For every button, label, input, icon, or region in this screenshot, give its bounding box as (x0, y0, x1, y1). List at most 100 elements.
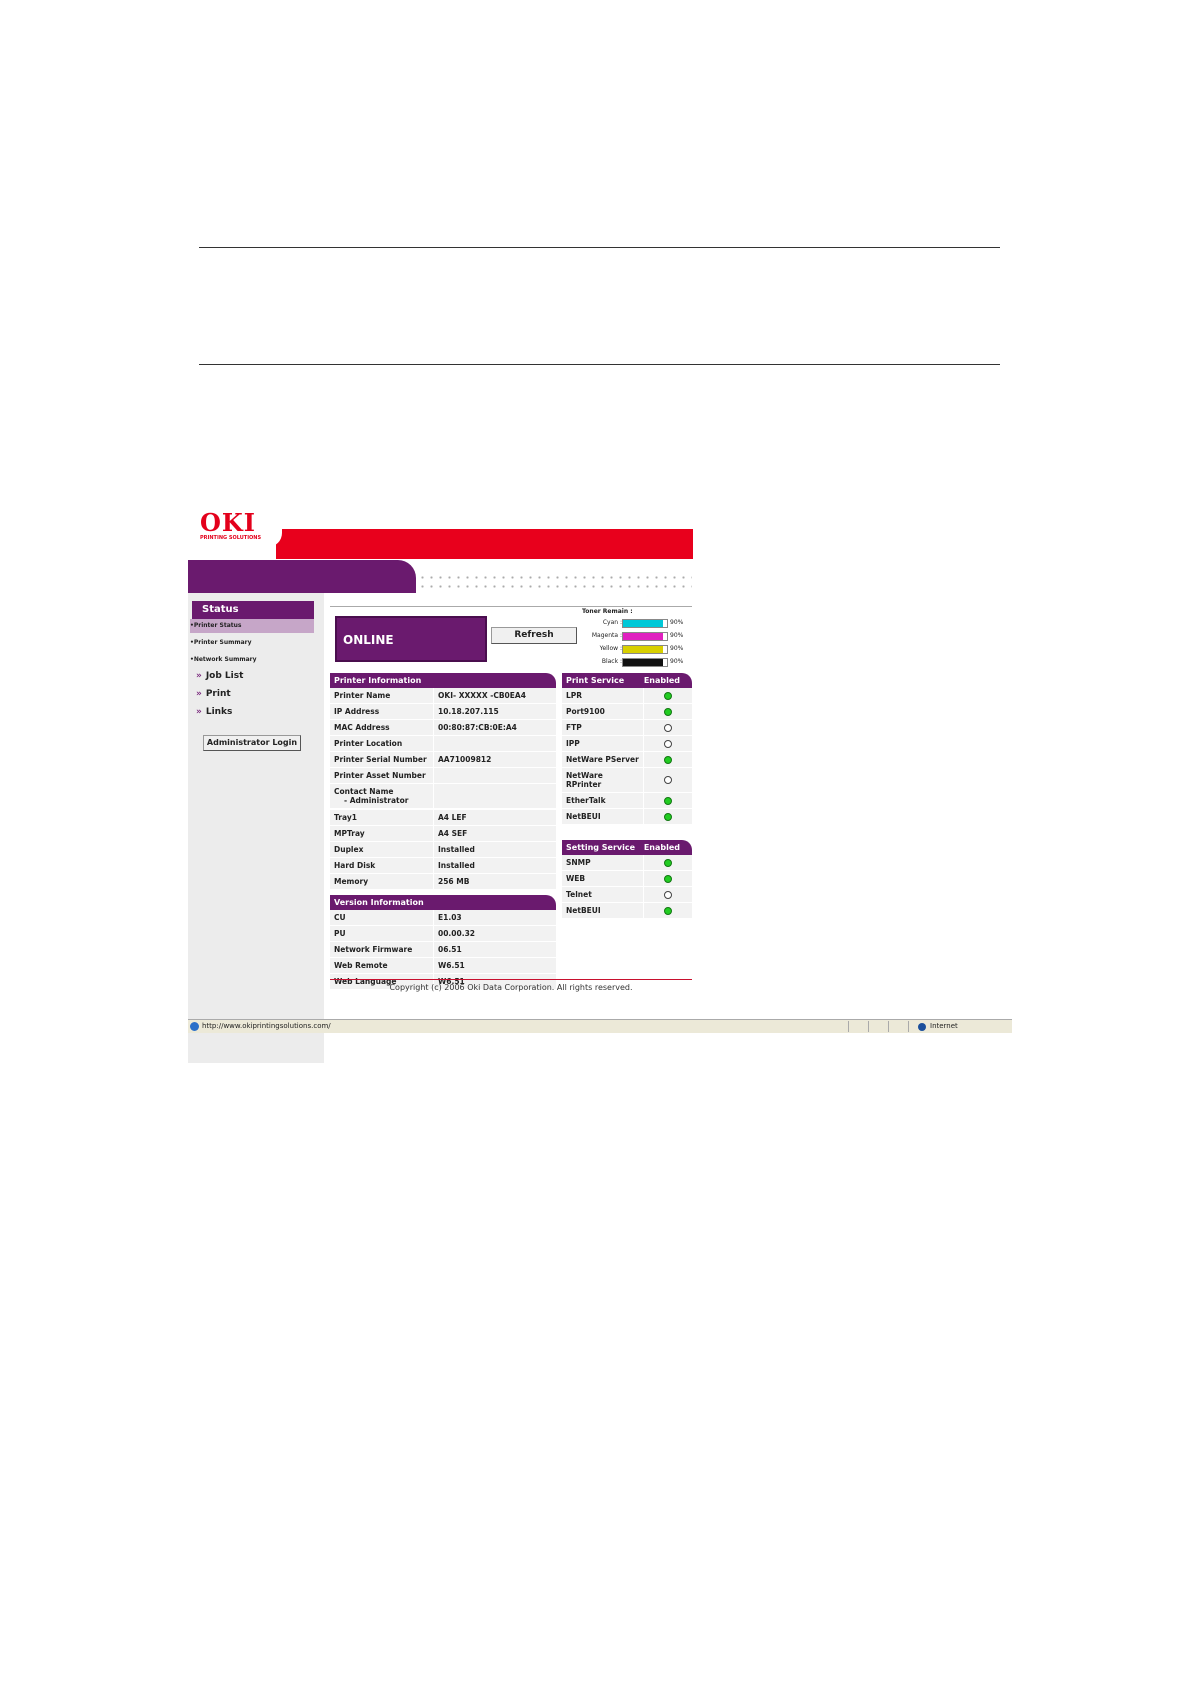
row-label: CU (330, 910, 434, 925)
copyright-text: Copyright (c) 2006 Oki Data Corporation.… (389, 983, 633, 992)
table-row: Network Firmware 06.51 (330, 942, 556, 958)
service-status (644, 752, 692, 767)
service-row: NetBEUI (562, 809, 692, 825)
disabled-indicator-icon (664, 739, 672, 748)
oki-logo[interactable]: OKI PRINTING SOLUTIONS (188, 505, 282, 547)
service-status (644, 736, 692, 751)
sidebar-item-label: Network Summary (193, 656, 257, 663)
status-url: http://www.okiprintingsolutions.com/ (202, 1022, 331, 1030)
service-status (644, 704, 692, 719)
row-value: 10.18.207.115 (438, 707, 499, 716)
hardware-table: Tray1 A4 LEF MPTray A4 SEF Duplex Installed Ha… (330, 810, 556, 890)
enabled-indicator-icon (664, 874, 672, 883)
table-row: Printer Location (330, 736, 556, 752)
service-status (644, 855, 692, 870)
row-label: MPTray (330, 826, 434, 841)
sidebar-link-links[interactable]: » Links (196, 707, 232, 717)
row-label: Duplex (330, 842, 434, 857)
toner-fill (623, 620, 663, 627)
row-value: AA71009812 (438, 755, 492, 764)
toner-percent: 90% (670, 619, 684, 626)
table-row: Hard Disk Installed (330, 858, 556, 874)
table-row: CU E1.03 (330, 910, 556, 926)
service-name: Telnet (562, 887, 644, 902)
top-rule (199, 247, 1000, 248)
row-value (434, 768, 556, 783)
toner-bar (622, 645, 668, 654)
setting-service-title: Setting Service (566, 843, 636, 852)
table-row: Printer Name OKI- XXXXX -CB0EA4 (330, 688, 556, 704)
toner-bar (622, 619, 668, 628)
service-status (644, 793, 692, 808)
disabled-indicator-icon (664, 776, 672, 784)
printer-information-header: Printer Information (330, 673, 556, 688)
toner-percent: 90% (670, 645, 684, 652)
row-value: A4 LEF (438, 813, 467, 822)
enabled-indicator-icon (664, 691, 672, 700)
service-name: FTP (562, 720, 644, 735)
service-name: NetWare RPrinter (562, 768, 644, 792)
toner-title: Toner Remain : (582, 608, 633, 615)
service-status (644, 871, 692, 886)
service-name: IPP (562, 736, 644, 751)
service-row: NetBEUI (562, 903, 692, 919)
service-name: NetBEUI (562, 809, 644, 824)
toner-label: Black : (601, 658, 622, 665)
print-service-table: Print Service Enabled LPR Port9100 FTP IPP Ne… (562, 673, 692, 825)
table-row: Printer Asset Number (330, 768, 556, 784)
security-zone: Internet (930, 1022, 958, 1030)
row-label: Printer Asset Number (330, 768, 434, 783)
service-name: SNMP (562, 855, 644, 870)
print-service-title: Print Service (566, 676, 625, 685)
row-label: Contact Name - Administrator (330, 784, 434, 808)
table-row: MPTray A4 SEF (330, 826, 556, 842)
header-purple-band (188, 560, 416, 593)
enabled-indicator-icon (664, 858, 672, 867)
table-row: Web Remote W6.51 (330, 958, 556, 974)
enabled-indicator-icon (664, 906, 672, 915)
sidebar-section-status[interactable]: Status (192, 601, 314, 619)
row-value (434, 736, 556, 751)
service-row: NetWare RPrinter (562, 768, 692, 793)
row-label: PU (330, 926, 434, 941)
toner-bar (622, 632, 668, 641)
bottom-rule (199, 364, 1000, 365)
browser-screenshot: OKI PRINTING SOLUTIONS Status •Printer S… (188, 505, 1012, 1073)
table-row: Printer Serial Number AA71009812 (330, 752, 556, 768)
sidebar-link-job-list[interactable]: » Job List (196, 671, 243, 681)
sidebar-link-print[interactable]: » Print (196, 689, 231, 699)
administrator-login-button[interactable]: Administrator Login (203, 735, 301, 751)
toner-row: Magenta : 90% (578, 630, 688, 642)
service-status (644, 809, 692, 824)
sidebar-item-printer-summary[interactable]: •Printer Summary (190, 636, 252, 650)
toner-fill (623, 659, 663, 666)
print-service-header: Print Service Enabled (562, 673, 692, 688)
service-row: Port9100 (562, 704, 692, 720)
sidebar-item-printer-status[interactable]: •Printer Status (190, 619, 314, 633)
table-row: Tray1 A4 LEF (330, 810, 556, 826)
logo-text: OKI (200, 508, 256, 537)
row-label: Printer Name (330, 688, 434, 703)
version-information-table: Version Information CU E1.03 PU 00.00.32 Net… (330, 895, 556, 990)
service-row: EtherTalk (562, 793, 692, 809)
chevron-right-icon: » (196, 689, 202, 699)
setting-service-header: Setting Service Enabled (562, 840, 692, 855)
toner-label: Cyan : (602, 619, 622, 626)
service-name: LPR (562, 688, 644, 703)
row-value: E1.03 (438, 913, 462, 922)
sidebar-item-network-summary[interactable]: •Network Summary (190, 653, 257, 667)
sidebar-item-label: Printer Summary (193, 639, 252, 646)
browser-status-bar: http://www.okiprintingsolutions.com/ Int… (188, 1019, 1012, 1033)
sidebar: Status •Printer Status •Printer Summary … (188, 593, 324, 1063)
chevron-right-icon: » (196, 671, 202, 681)
printer-status-indicator: ONLINE (335, 616, 487, 662)
row-label: Web Remote (330, 958, 434, 973)
row-value: 00:80:87:CB:0E:A4 (438, 723, 517, 732)
refresh-button[interactable]: Refresh (491, 627, 577, 644)
service-name: Port9100 (562, 704, 644, 719)
toner-percent: 90% (670, 632, 684, 639)
main-divider (330, 606, 692, 607)
row-label: Tray1 (330, 810, 434, 825)
sidebar-item-label: Printer Status (193, 622, 242, 629)
row-label: Memory (330, 874, 434, 889)
